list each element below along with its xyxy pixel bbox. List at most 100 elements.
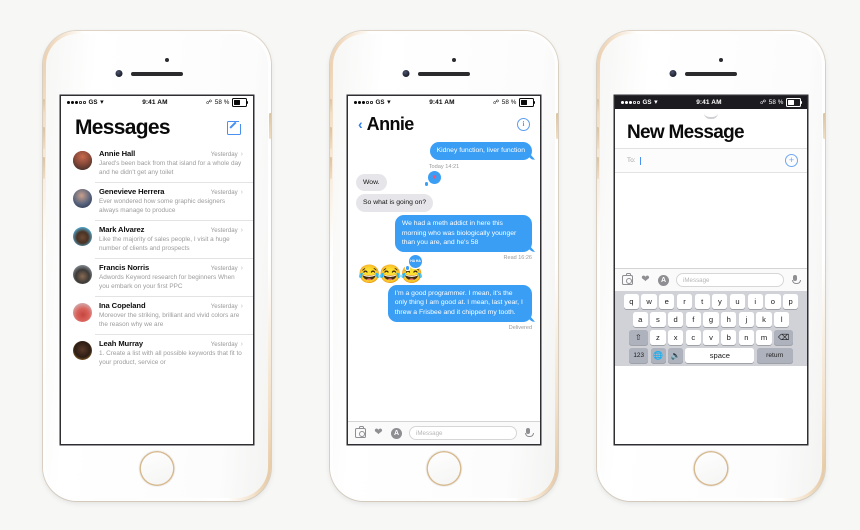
home-button[interactable] [426, 451, 462, 486]
camera-icon[interactable] [355, 426, 366, 439]
microphone-icon[interactable]: 🔈 [668, 348, 683, 364]
back-chevron-icon[interactable]: ‹ [358, 117, 363, 131]
key-f[interactable]: f [685, 311, 701, 327]
status-bar-left: GS ▾ [354, 99, 391, 106]
volume-down-button[interactable] [597, 157, 599, 179]
battery-percent-label: 58 % [214, 98, 230, 106]
key-g[interactable]: g [703, 311, 719, 327]
tapback-heart-icon[interactable]: ♥ [425, 170, 441, 186]
tapback-haha-icon[interactable]: HA HA [406, 254, 422, 270]
message-bubble-outgoing[interactable]: Kidney function, liver function [429, 142, 532, 160]
camera-icon[interactable] [622, 273, 633, 286]
key-v[interactable]: v [703, 329, 719, 345]
shift-icon[interactable]: ⇧ [628, 329, 648, 345]
list-item[interactable]: Ina Copeland Yesterday › Moreover the st… [61, 296, 253, 334]
phone3-screen: GS ▾ 9:41 AM ☍ 58 % New Message To: + ❤ … [615, 96, 807, 444]
phone-shell: GS ▾ 9:41 AM ☍ 58 % ‹ Annie i Kidney fun… [330, 31, 558, 501]
add-contact-icon[interactable]: + [785, 154, 798, 167]
digital-touch-icon[interactable]: ❤ [373, 428, 384, 439]
contact-name: Mark Alvarez [99, 225, 145, 235]
key-z[interactable]: z [650, 329, 666, 345]
key-j[interactable]: j [738, 311, 755, 327]
key-h[interactable]: h [721, 311, 737, 327]
key-l[interactable]: l [774, 311, 790, 327]
contact-name-title: Annie [366, 114, 415, 134]
key-d[interactable]: d [667, 311, 684, 327]
front-camera-icon [402, 70, 410, 77]
message-bubble-outgoing[interactable]: We had a meth addict in here this mornin… [394, 214, 532, 252]
backspace-icon[interactable]: ⌫ [774, 329, 794, 345]
message-row: So what is going on? [356, 194, 532, 212]
key-u[interactable]: u [729, 293, 746, 309]
key-o[interactable]: o [765, 293, 781, 309]
list-item[interactable]: Annie Hall Yesterday › Jared's been back… [61, 144, 253, 182]
compose-icon[interactable] [227, 119, 243, 135]
list-item-content: Leah Murray Yesterday › 1. Create a list… [99, 339, 243, 367]
power-button[interactable] [823, 113, 825, 139]
microphone-icon[interactable] [791, 275, 801, 286]
message-bubble-incoming[interactable]: So what is going on? [356, 194, 434, 212]
space-key[interactable]: space [685, 348, 755, 364]
list-item[interactable]: Francis Norris Yesterday › Adwords Keywo… [61, 258, 253, 296]
key-s[interactable]: s [650, 311, 666, 327]
message-bubble-incoming[interactable]: Wow. [356, 173, 387, 192]
key-y[interactable]: y [712, 293, 728, 309]
earpiece-speaker [131, 72, 183, 76]
key-r[interactable]: r [676, 293, 693, 309]
volume-up-button[interactable] [330, 127, 332, 149]
proximity-sensor-icon [452, 58, 456, 62]
signal-strength-icon [354, 101, 373, 104]
volume-up-button[interactable] [597, 127, 599, 149]
mute-switch[interactable] [597, 99, 599, 113]
volume-up-button[interactable] [43, 127, 45, 149]
message-status: Delivered [508, 324, 532, 331]
message-row: Wow. [356, 173, 532, 192]
microphone-icon[interactable] [524, 428, 534, 439]
list-item-content: Mark Alvarez Yesterday › Like the majori… [99, 225, 243, 253]
key-w[interactable]: w [641, 293, 657, 309]
contact-name: Francis Norris [99, 263, 150, 273]
app-store-icon[interactable]: A [658, 274, 669, 286]
numeric-key[interactable]: 123 [629, 348, 649, 364]
power-button[interactable] [556, 113, 558, 139]
key-p[interactable]: p [782, 293, 799, 309]
globe-icon[interactable]: 🌐 [650, 348, 666, 364]
key-n[interactable]: n [738, 329, 755, 345]
key-k[interactable]: k [756, 311, 772, 327]
home-button[interactable] [139, 451, 175, 486]
page-title: Messages [75, 116, 170, 139]
key-e[interactable]: e [659, 293, 675, 309]
volume-down-button[interactable] [43, 157, 45, 179]
key-x[interactable]: x [667, 329, 684, 345]
message-preview: Moreover the striking, brilliant and viv… [99, 311, 240, 329]
message-row: We had a meth addict in here this mornin… [356, 214, 532, 252]
keyboard-row-1: q w e r t y u i o p [617, 293, 805, 309]
message-bubble-emoji[interactable]: 😂😂😂 [358, 265, 532, 283]
screenshot-stage: GS ▾ 9:41 AM ☍ 58 % Messages Annie Hall … [0, 0, 860, 530]
status-bar-right: ☍ 58 % [760, 98, 803, 107]
mute-switch[interactable] [330, 99, 332, 113]
message-input[interactable]: iMessage [409, 426, 517, 440]
app-store-icon[interactable]: A [391, 427, 402, 439]
key-q[interactable]: q [623, 293, 640, 309]
key-t[interactable]: t [694, 293, 710, 309]
key-c[interactable]: c [685, 329, 701, 345]
message-bubble-outgoing[interactable]: I'm a good programmer. I mean, it's the … [387, 284, 532, 322]
key-i[interactable]: i [747, 293, 763, 309]
mute-switch[interactable] [43, 99, 45, 113]
list-item[interactable]: Leah Murray Yesterday › 1. Create a list… [61, 334, 253, 372]
return-key[interactable]: return [756, 348, 793, 364]
key-a[interactable]: a [632, 311, 648, 327]
list-item[interactable]: Genevieve Herrera Yesterday › Ever wonde… [61, 182, 253, 220]
digital-touch-icon[interactable]: ❤ [640, 275, 651, 286]
recipient-field-row[interactable]: To: + [615, 148, 807, 173]
list-item[interactable]: Mark Alvarez Yesterday › Like the majori… [61, 220, 253, 258]
info-icon[interactable]: i [517, 117, 530, 131]
power-button[interactable] [269, 113, 271, 139]
home-button[interactable] [693, 451, 729, 486]
key-m[interactable]: m [756, 329, 772, 345]
key-b[interactable]: b [721, 329, 737, 345]
volume-down-button[interactable] [330, 157, 332, 179]
message-input[interactable]: iMessage [676, 273, 784, 287]
timestamp: Yesterday [210, 265, 238, 273]
